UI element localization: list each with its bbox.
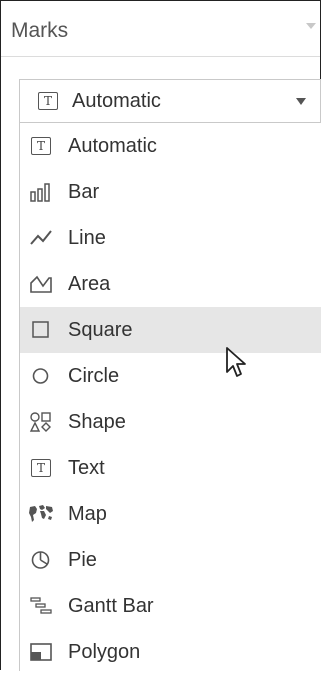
mark-type-item-label: Line	[68, 226, 106, 249]
mark-type-dropdown[interactable]: T Automatic	[19, 79, 321, 123]
header-divider	[1, 56, 320, 73]
map-icon	[28, 501, 54, 527]
mark-type-item-label: Circle	[68, 364, 120, 387]
area-icon	[28, 271, 54, 297]
bar-chart-icon	[28, 179, 54, 205]
gantt-bar-icon	[28, 593, 54, 619]
mark-type-item-line[interactable]: Line	[20, 215, 321, 261]
mark-type-item-square[interactable]: Square	[20, 307, 321, 353]
mouse-pointer-icon	[225, 346, 251, 385]
text-t-icon: T	[38, 92, 58, 110]
mark-type-item-automatic[interactable]: T Automatic	[20, 123, 321, 169]
mark-type-item-text[interactable]: T Text	[20, 445, 321, 491]
left-gutter	[1, 123, 19, 671]
mark-type-item-gantt-bar[interactable]: Gantt Bar	[20, 583, 321, 629]
shape-icon	[28, 409, 54, 435]
mark-type-item-label: Area	[68, 272, 111, 295]
marks-menu-arrow-icon[interactable]	[306, 23, 316, 29]
mark-type-item-label: Text	[68, 456, 105, 479]
text-t-icon: T	[28, 133, 54, 159]
mark-type-item-pie[interactable]: Pie	[20, 537, 321, 583]
mark-type-item-label: Polygon	[68, 640, 141, 663]
polygon-icon	[28, 639, 54, 665]
mark-type-item-label: Pie	[68, 548, 97, 571]
pie-icon	[28, 547, 54, 573]
mark-type-item-label: Automatic	[68, 134, 157, 157]
mark-type-item-label: Shape	[68, 410, 126, 433]
circle-icon	[28, 363, 54, 389]
mark-type-list: T Automatic Bar Line Area Square Circle …	[19, 123, 321, 671]
mark-type-item-area[interactable]: Area	[20, 261, 321, 307]
mark-type-item-shape[interactable]: Shape	[20, 399, 321, 445]
mark-type-item-label: Bar	[68, 180, 100, 203]
marks-card: Marks T Automatic T Automatic Bar Line A…	[0, 0, 321, 671]
marks-header: Marks	[11, 11, 320, 51]
mark-type-item-label: Map	[68, 502, 107, 525]
mark-type-selected-label: Automatic	[72, 89, 161, 112]
line-icon	[28, 225, 54, 251]
mark-type-item-label: Gantt Bar	[68, 594, 154, 617]
square-icon	[28, 317, 54, 343]
mark-type-item-polygon[interactable]: Polygon	[20, 629, 321, 675]
text-t-icon: T	[28, 455, 54, 481]
mark-type-item-label: Square	[68, 318, 133, 341]
mark-type-item-bar[interactable]: Bar	[20, 169, 321, 215]
chevron-down-icon[interactable]	[296, 98, 306, 105]
mark-type-item-map[interactable]: Map	[20, 491, 321, 537]
mark-type-item-circle[interactable]: Circle	[20, 353, 321, 399]
marks-title: Marks	[11, 19, 69, 42]
